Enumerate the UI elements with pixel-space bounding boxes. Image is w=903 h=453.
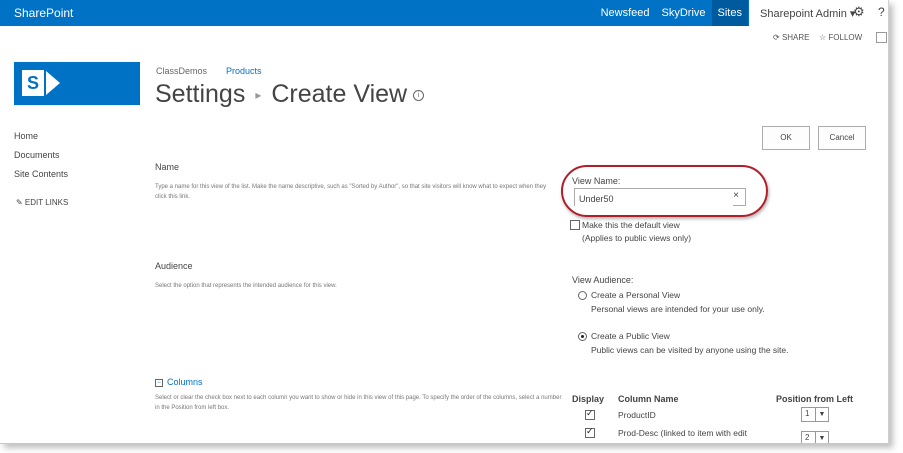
leftnav-documents[interactable]: Documents bbox=[14, 150, 68, 169]
public-view-label[interactable]: Create a Public View bbox=[591, 331, 670, 341]
logo-s-letter: S bbox=[22, 70, 44, 96]
sharepoint-brand[interactable]: SharePoint bbox=[14, 6, 73, 20]
follow-label: FOLLOW bbox=[828, 33, 863, 42]
personal-view-label[interactable]: Create a Personal View bbox=[591, 290, 680, 300]
breadcrumb-site[interactable]: ClassDemos bbox=[156, 66, 207, 76]
title-page: Create View bbox=[271, 80, 408, 108]
view-audience-label: View Audience: bbox=[572, 275, 634, 285]
nav-skydrive[interactable]: SkyDrive bbox=[656, 0, 712, 26]
user-area: Sharepoint Admin ▾ ⚙ ? bbox=[749, 0, 888, 26]
header-position: Position from Left bbox=[776, 394, 853, 404]
edit-links-button[interactable]: ✎ EDIT LINKS bbox=[16, 198, 68, 207]
personal-view-desc: Personal views are intended for your use… bbox=[591, 304, 765, 314]
site-logo[interactable]: S bbox=[14, 62, 140, 105]
position-select[interactable]: 2 ▼ bbox=[801, 431, 829, 443]
position-select[interactable]: 1 ▼ bbox=[801, 407, 829, 422]
suite-bar: SharePoint Newsfeed SkyDrive Sites Share… bbox=[0, 0, 888, 26]
columns-section-desc: Select or clear the check box next to ea… bbox=[155, 395, 562, 411]
nav-newsfeed[interactable]: Newsfeed bbox=[595, 0, 656, 26]
columns-section-toggle[interactable]: − Columns bbox=[155, 377, 203, 387]
audience-section-title: Audience bbox=[155, 261, 193, 271]
nav-sites[interactable]: Sites bbox=[711, 0, 748, 26]
default-view-note: (Applies to public views only) bbox=[582, 233, 692, 243]
top-nav: Newsfeed SkyDrive Sites bbox=[595, 0, 748, 26]
share-label: SHARE bbox=[781, 33, 810, 42]
highlight-annotation bbox=[561, 165, 768, 217]
cancel-button[interactable]: Cancel bbox=[818, 126, 866, 150]
public-view-radio[interactable] bbox=[578, 332, 587, 341]
audience-section-desc: Select the option that represents the in… bbox=[155, 283, 337, 289]
star-icon: ☆ bbox=[819, 33, 829, 42]
default-view-label: Make this the default view bbox=[582, 220, 680, 230]
breadcrumb-list[interactable]: Products bbox=[226, 66, 262, 76]
collapse-icon[interactable]: − bbox=[155, 378, 163, 387]
header-column-name: Column Name bbox=[618, 394, 679, 404]
personal-view-radio[interactable] bbox=[578, 291, 587, 300]
name-section-desc: Type a name for this view of the list. M… bbox=[155, 184, 547, 200]
public-view-desc: Public views can be visited by anyone us… bbox=[591, 345, 789, 355]
logo-arrow bbox=[46, 71, 60, 95]
left-nav: Home Documents Site Contents bbox=[14, 131, 68, 188]
title-settings[interactable]: Settings bbox=[155, 80, 245, 108]
column-display-checkbox[interactable] bbox=[585, 408, 595, 420]
position-value: 1 bbox=[805, 409, 810, 418]
info-icon[interactable]: i bbox=[413, 89, 425, 101]
position-value: 2 bbox=[805, 433, 810, 442]
name-section-title: Name bbox=[155, 162, 180, 172]
leftnav-site-contents[interactable]: Site Contents bbox=[14, 169, 68, 188]
title-separator-icon: ▸ bbox=[255, 88, 262, 103]
share-button[interactable]: ⟳ SHARE bbox=[773, 33, 810, 42]
leftnav-home[interactable]: Home bbox=[14, 131, 68, 150]
ok-button[interactable]: OK bbox=[762, 126, 810, 150]
columns-section-title: Columns bbox=[167, 377, 203, 387]
user-menu[interactable]: Sharepoint Admin ▾ bbox=[760, 7, 855, 20]
column-name: Prod-Desc (linked to item with edit bbox=[618, 428, 747, 438]
follow-button[interactable]: ☆ FOLLOW bbox=[819, 33, 862, 42]
page-title: Settings ▸ Create View i bbox=[155, 80, 425, 109]
column-name: ProductID bbox=[618, 410, 656, 420]
focus-content-icon[interactable] bbox=[876, 32, 887, 43]
help-icon[interactable]: ? bbox=[878, 5, 885, 19]
share-icon: ⟳ bbox=[773, 33, 782, 42]
chevron-down-icon: ▼ bbox=[815, 432, 828, 443]
chevron-down-icon: ▼ bbox=[815, 408, 828, 421]
header-display: Display bbox=[572, 394, 605, 404]
sharepoint-window: SharePoint Newsfeed SkyDrive Sites Share… bbox=[0, 0, 889, 444]
default-view-checkbox[interactable] bbox=[570, 220, 580, 230]
column-display-checkbox[interactable] bbox=[585, 426, 595, 438]
gear-icon[interactable]: ⚙ bbox=[853, 4, 865, 20]
